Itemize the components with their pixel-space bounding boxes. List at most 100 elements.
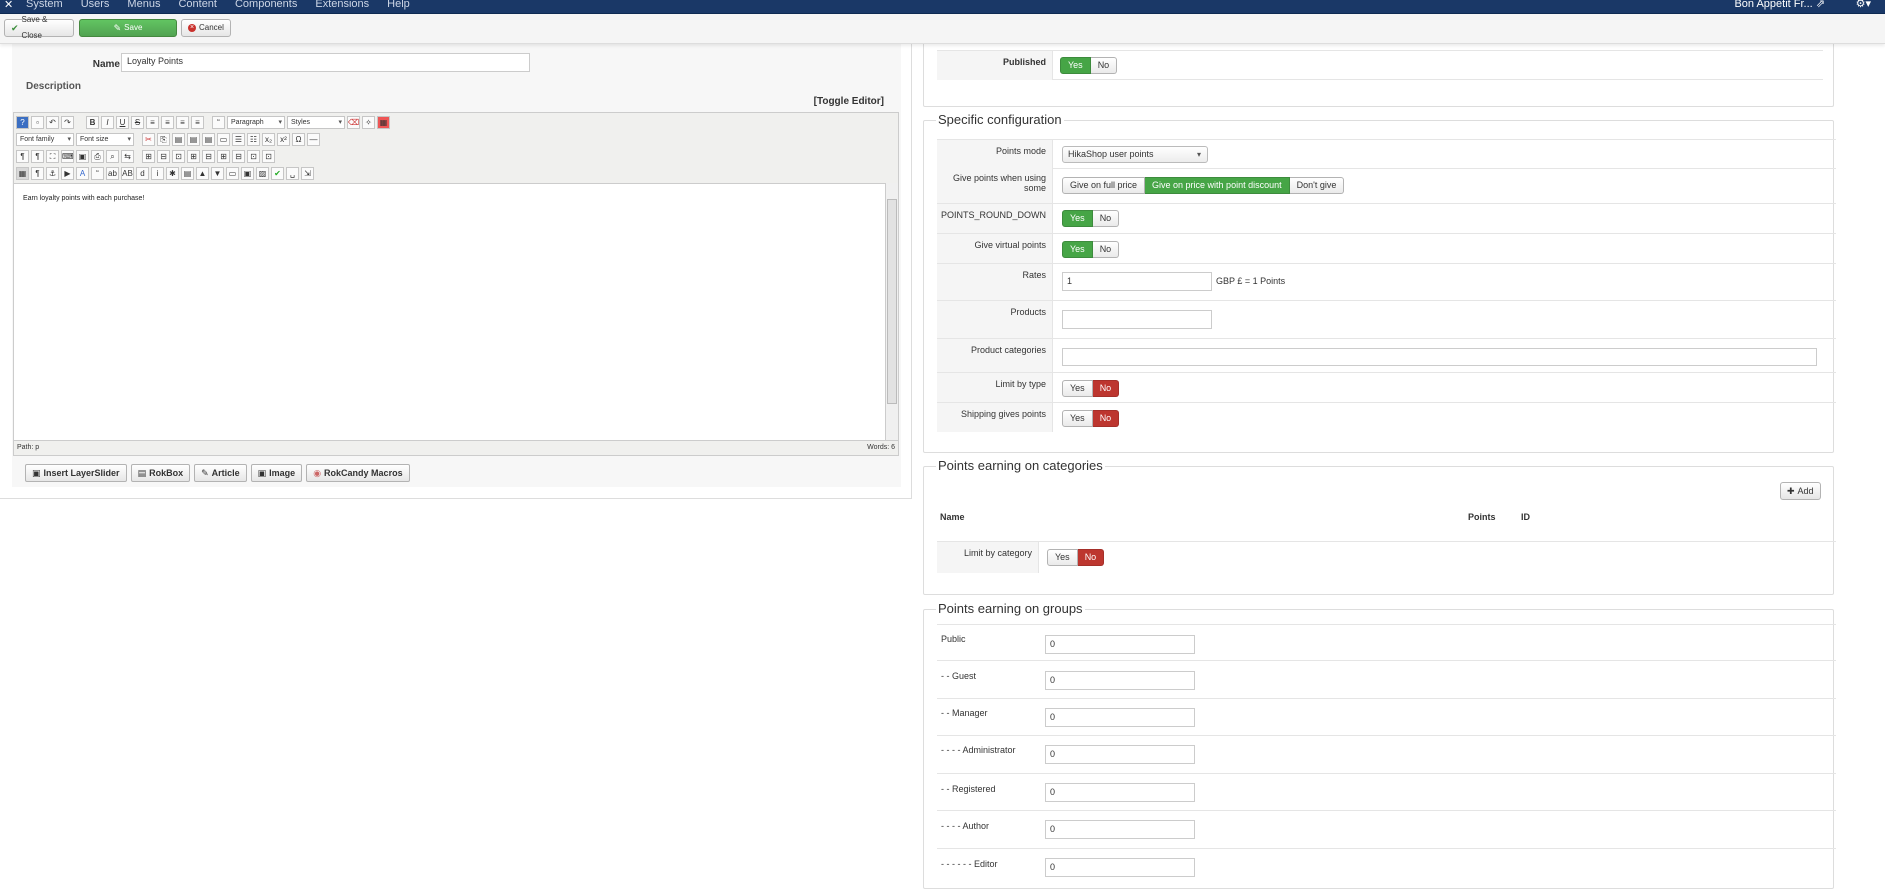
give-full-price-option[interactable]: Give on full price — [1062, 177, 1146, 194]
limit-type-yes[interactable]: Yes — [1062, 380, 1093, 397]
published-yes[interactable]: Yes — [1060, 57, 1091, 74]
published-toggle[interactable]: Yes No — [1060, 57, 1118, 74]
select-all-icon[interactable]: ▭ — [217, 133, 230, 146]
check-ok-icon[interactable]: ✔ — [271, 167, 284, 180]
split-cell-icon[interactable]: ⊡ — [247, 150, 260, 163]
menu-help[interactable]: Help — [387, 0, 410, 10]
page-break-icon[interactable]: ⇲ — [301, 167, 314, 180]
template-icon[interactable]: ▣ — [76, 150, 89, 163]
site-link[interactable]: Bon Appetit Fr... ⇗ — [1734, 0, 1825, 10]
styles-select[interactable]: Styles — [287, 116, 345, 129]
products-input[interactable] — [1062, 310, 1212, 329]
format-select[interactable]: Paragraph — [227, 116, 285, 129]
spellcheck-icon[interactable]: A — [76, 167, 89, 180]
scrollbar-thumb[interactable] — [887, 199, 897, 404]
shipping-points-toggle[interactable]: Yes No — [1062, 410, 1120, 427]
attribs-icon[interactable]: ✱ — [166, 167, 179, 180]
insert-layerslider-button[interactable]: ▣ Insert LayerSlider — [25, 464, 127, 482]
table-icon[interactable]: ⊞ — [142, 150, 155, 163]
absolute-icon[interactable]: ▭ — [226, 167, 239, 180]
ltr-icon[interactable]: ¶ — [16, 150, 29, 163]
redo-icon[interactable]: ↷ — [61, 116, 74, 129]
paste-icon[interactable]: ▤ — [172, 133, 185, 146]
insert-row-icon[interactable]: ⊞ — [187, 150, 200, 163]
anchor-icon[interactable]: ⚓ — [46, 167, 59, 180]
limit-category-toggle[interactable]: Yes No — [1047, 549, 1105, 566]
code-icon[interactable]: ⌨ — [61, 150, 74, 163]
ins-icon[interactable]: i — [151, 167, 164, 180]
editor-scrollbar[interactable] — [885, 183, 898, 441]
toggle-editor-link[interactable]: [Toggle Editor] — [814, 96, 884, 107]
save-close-button[interactable]: ✔ Save & Close — [4, 15, 74, 40]
style-props-icon[interactable]: ▣ — [241, 167, 254, 180]
cut-icon[interactable]: ✂ — [142, 133, 155, 146]
limit-category-yes[interactable]: Yes — [1047, 549, 1078, 566]
menu-content[interactable]: Content — [178, 0, 217, 10]
merge-cell-icon[interactable]: ⊡ — [262, 150, 275, 163]
save-button[interactable]: ✎ Save — [79, 19, 177, 37]
rtl-icon[interactable]: ¶ — [31, 150, 44, 163]
undo-icon[interactable]: ↶ — [46, 116, 59, 129]
bold-icon[interactable]: B — [86, 116, 99, 129]
gear-icon[interactable]: ⚙▾ — [1856, 0, 1871, 10]
article-button[interactable]: ✎ Article — [194, 464, 247, 482]
published-no[interactable]: No — [1090, 57, 1118, 74]
cancel-button[interactable]: × Cancel — [181, 19, 231, 37]
find-icon[interactable]: ⌕ — [106, 150, 119, 163]
group-points-input[interactable]: 0 — [1045, 820, 1195, 839]
menu-users[interactable]: Users — [81, 0, 110, 10]
acronym-icon[interactable]: AB — [121, 167, 134, 180]
paste-word-icon[interactable]: ▤ — [202, 133, 215, 146]
show-blocks-icon[interactable]: ¶ — [31, 167, 44, 180]
shipping-points-no[interactable]: No — [1092, 410, 1120, 427]
align-center-icon[interactable]: ≡ — [161, 116, 174, 129]
replace-icon[interactable]: ⇆ — [121, 150, 134, 163]
underline-icon[interactable]: U — [116, 116, 129, 129]
add-category-button[interactable]: ✚ Add — [1780, 482, 1821, 500]
subscript-icon[interactable]: x₂ — [262, 133, 275, 146]
move-backward-icon[interactable]: ▼ — [211, 167, 224, 180]
font-size-select[interactable]: Font size — [76, 133, 134, 146]
limit-category-no[interactable]: No — [1077, 549, 1105, 566]
move-forward-icon[interactable]: ▲ — [196, 167, 209, 180]
virtual-points-yes[interactable]: Yes — [1062, 241, 1093, 258]
italic-icon[interactable]: I — [101, 116, 114, 129]
shipping-points-yes[interactable]: Yes — [1062, 410, 1093, 427]
rokcandy-macros-button[interactable]: ◉ RokCandy Macros — [306, 464, 410, 482]
points-mode-select[interactable]: HikaShop user points — [1062, 146, 1208, 163]
delete-row-icon[interactable]: ⊟ — [202, 150, 215, 163]
paste-text-icon[interactable]: ▤ — [187, 133, 200, 146]
cleanup-icon[interactable]: ✧ — [362, 116, 375, 129]
print-icon[interactable]: ⎙ — [91, 150, 104, 163]
dont-give-option[interactable]: Don't give — [1289, 177, 1345, 194]
group-points-input[interactable]: 0 — [1045, 745, 1195, 764]
rokbox-button[interactable]: ▤ RokBox — [130, 464, 191, 482]
fullscreen-icon[interactable]: ⛶ — [46, 150, 59, 163]
eraser-icon[interactable]: ⌫ — [347, 116, 360, 129]
give-points-toggle[interactable]: Give on full price Give on price with po… — [1062, 177, 1345, 194]
cite-icon[interactable]: “ — [91, 167, 104, 180]
superscript-icon[interactable]: x² — [277, 133, 290, 146]
round-down-no[interactable]: No — [1092, 210, 1120, 227]
media-icon[interactable]: ▶ — [61, 167, 74, 180]
product-categories-input[interactable] — [1062, 348, 1817, 366]
cell-props-icon[interactable]: ⊡ — [172, 150, 185, 163]
group-points-input[interactable]: 0 — [1045, 708, 1195, 727]
group-points-input[interactable]: 0 — [1045, 858, 1195, 877]
abbr-icon[interactable]: ab — [106, 167, 119, 180]
align-right-icon[interactable]: ≡ — [176, 116, 189, 129]
menu-extensions[interactable]: Extensions — [315, 0, 369, 10]
copy-icon[interactable]: ⎘ — [157, 133, 170, 146]
virtual-points-toggle[interactable]: Yes No — [1062, 241, 1120, 258]
image-insert-icon[interactable]: ▨ — [256, 167, 269, 180]
give-discounted-option[interactable]: Give on price with point discount — [1145, 177, 1290, 194]
align-left-icon[interactable]: ≡ — [146, 116, 159, 129]
editor-content-area[interactable]: Earn loyalty points with each purchase! — [14, 183, 886, 441]
del-icon[interactable]: d — [136, 167, 149, 180]
layer-icon[interactable]: ▤ — [181, 167, 194, 180]
menu-components[interactable]: Components — [235, 0, 297, 10]
menu-system[interactable]: System — [26, 0, 63, 10]
group-points-input[interactable]: 0 — [1045, 671, 1195, 690]
round-down-toggle[interactable]: Yes No — [1062, 210, 1120, 227]
help-icon[interactable]: ? — [16, 116, 29, 129]
